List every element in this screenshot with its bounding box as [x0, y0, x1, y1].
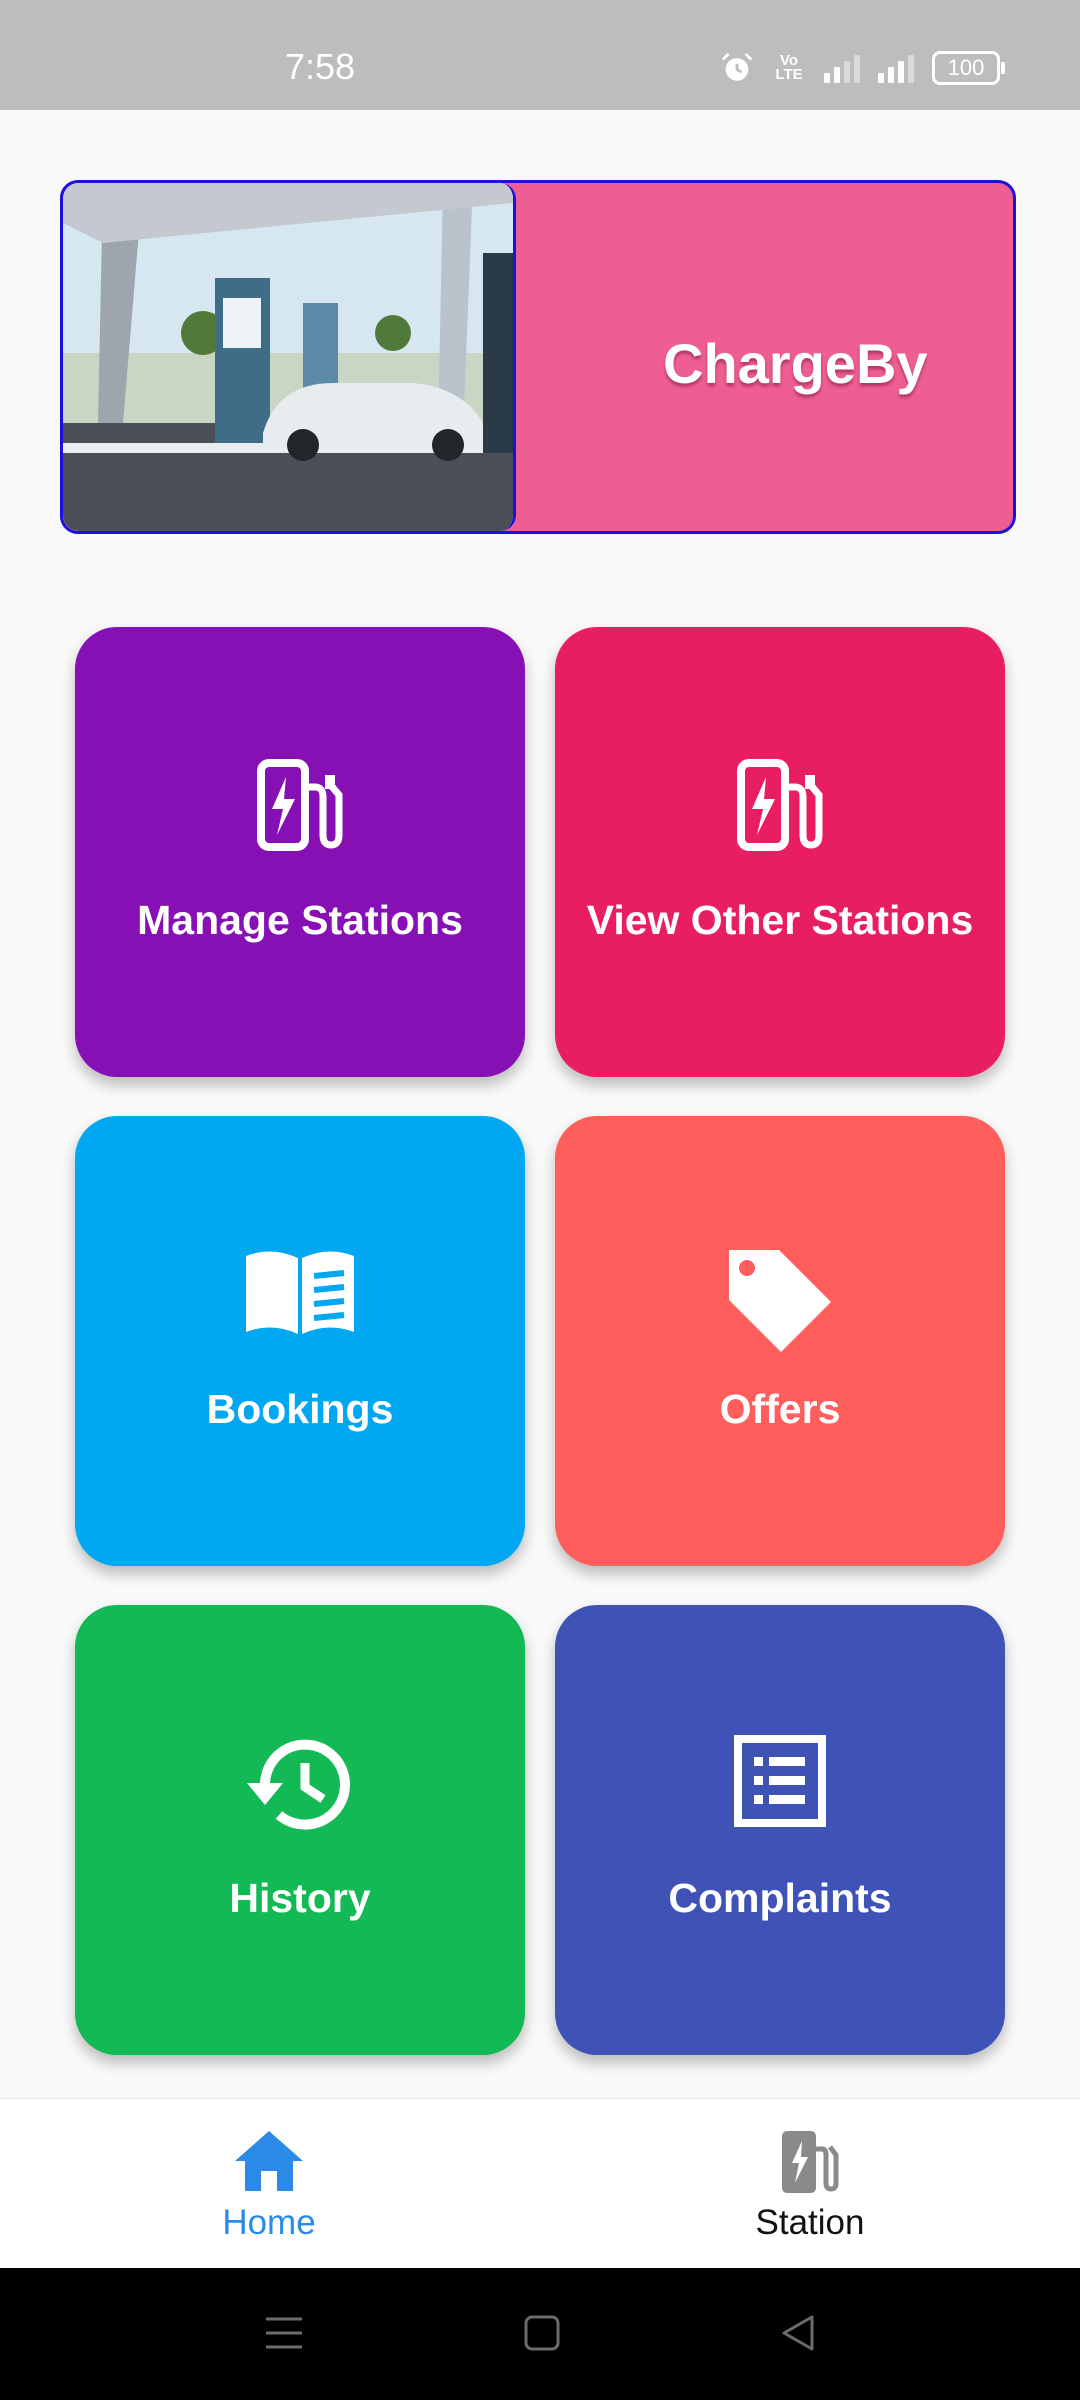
tile-label: Manage Stations [137, 897, 463, 943]
ev-station-icon [660, 2129, 960, 2199]
tile-label: Bookings [206, 1386, 394, 1432]
bottom-navigation: Home Station [0, 2098, 1080, 2269]
signal-icon [878, 53, 914, 83]
status-time: 7:58 [285, 46, 356, 87]
app-banner: ChargeBy [60, 180, 1016, 534]
history-icon [75, 1735, 525, 1845]
battery-icon: 100 [932, 51, 1005, 85]
status-bar: 7:58 Vo LTE 100 [0, 0, 1080, 110]
menu-icon[interactable] [262, 2313, 306, 2353]
book-icon [75, 1246, 525, 1356]
manage-stations-tile[interactable]: Manage Stations [75, 627, 525, 1077]
bookings-tile[interactable]: Bookings [75, 1116, 525, 1566]
nav-station[interactable]: Station [660, 2129, 960, 2243]
charging-station-photo [63, 183, 516, 531]
back-icon[interactable] [778, 2313, 818, 2353]
list-icon [555, 1735, 1005, 1845]
tile-label: Complaints [668, 1875, 892, 1921]
home-button-icon[interactable] [522, 2313, 562, 2353]
offers-tile[interactable]: Offers [555, 1116, 1005, 1566]
system-nav-bar [0, 2268, 1080, 2400]
app-title: ChargeBy [663, 332, 928, 395]
nav-home[interactable]: Home [119, 2129, 419, 2243]
view-other-stations-tile[interactable]: View Other Stations [555, 627, 1005, 1077]
tile-label: History [229, 1875, 371, 1921]
ev-station-icon [75, 757, 525, 867]
nav-label: Home [222, 2203, 316, 2242]
volte-indicator: Vo LTE [775, 52, 803, 83]
tile-label: View Other Stations [586, 897, 974, 943]
tag-icon [555, 1246, 1005, 1356]
status-icons: Vo LTE 100 [720, 48, 1005, 88]
signal-icon [824, 53, 860, 83]
alarm-icon [721, 52, 753, 81]
history-tile[interactable]: History [75, 1605, 525, 2055]
ev-station-icon [555, 757, 1005, 867]
complaints-tile[interactable]: Complaints [555, 1605, 1005, 2055]
nav-label: Station [755, 2203, 865, 2242]
tile-label: Offers [719, 1386, 841, 1432]
home-icon [119, 2129, 419, 2199]
